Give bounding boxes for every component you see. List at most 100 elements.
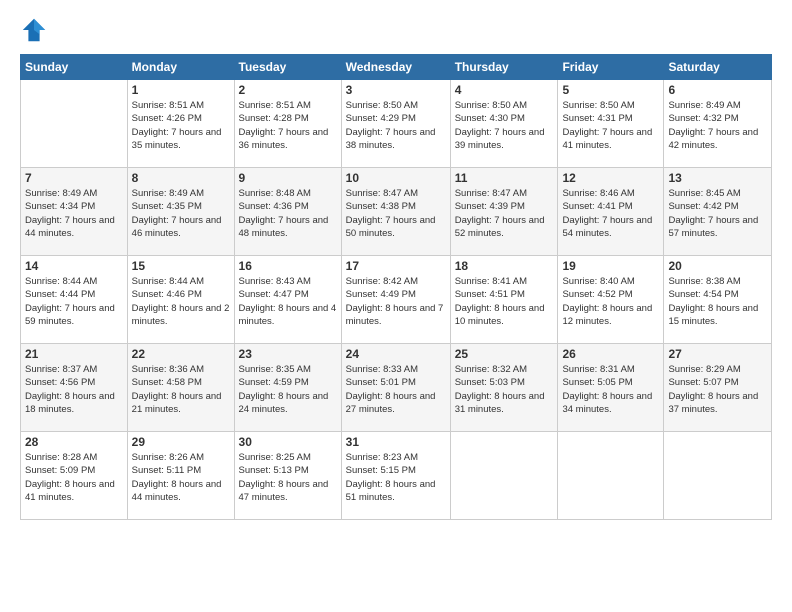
calendar-cell: 8 Sunrise: 8:49 AMSunset: 4:35 PMDaylight… xyxy=(127,168,234,256)
day-info: Sunrise: 8:45 AMSunset: 4:42 PMDaylight:… xyxy=(668,187,767,240)
calendar-cell: 28Sunrise: 8:28 AMSunset: 5:09 PMDayligh… xyxy=(21,432,128,520)
day-info: Sunrise: 8:40 AMSunset: 4:52 PMDaylight:… xyxy=(562,275,659,328)
day-info: Sunrise: 8:44 AMSunset: 4:46 PMDaylight:… xyxy=(132,275,230,328)
day-number: 31 xyxy=(346,435,446,449)
day-header-tuesday: Tuesday xyxy=(234,55,341,80)
calendar-cell: 6 Sunrise: 8:49 AMSunset: 4:32 PMDaylight… xyxy=(664,80,772,168)
day-info: Sunrise: 8:47 AMSunset: 4:39 PMDaylight:… xyxy=(455,187,554,240)
calendar-cell: 27 Sunrise: 8:29 AMSunset: 5:07 PMDayligh… xyxy=(664,344,772,432)
calendar-cell: 16 Sunrise: 8:43 AMSunset: 4:47 PMDayligh… xyxy=(234,256,341,344)
day-info: Sunrise: 8:51 AMSunset: 4:26 PMDaylight:… xyxy=(132,99,230,152)
day-info: Sunrise: 8:47 AMSunset: 4:38 PMDaylight:… xyxy=(346,187,446,240)
day-info: Sunrise: 8:41 AMSunset: 4:51 PMDaylight:… xyxy=(455,275,554,328)
day-number: 17 xyxy=(346,259,446,273)
day-number: 14 xyxy=(25,259,123,273)
day-info: Sunrise: 8:28 AMSunset: 5:09 PMDaylight:… xyxy=(25,451,123,504)
calendar-cell: 25 Sunrise: 8:32 AMSunset: 5:03 PMDayligh… xyxy=(450,344,558,432)
calendar-header-row: SundayMondayTuesdayWednesdayThursdayFrid… xyxy=(21,55,772,80)
day-info: Sunrise: 8:51 AMSunset: 4:28 PMDaylight:… xyxy=(239,99,337,152)
calendar-cell: 19Sunrise: 8:40 AMSunset: 4:52 PMDayligh… xyxy=(558,256,664,344)
day-info: Sunrise: 8:36 AMSunset: 4:58 PMDaylight:… xyxy=(132,363,230,416)
day-number: 13 xyxy=(668,171,767,185)
day-header-sunday: Sunday xyxy=(21,55,128,80)
day-info: Sunrise: 8:26 AMSunset: 5:11 PMDaylight:… xyxy=(132,451,230,504)
calendar-cell xyxy=(664,432,772,520)
calendar-cell: 22 Sunrise: 8:36 AMSunset: 4:58 PMDayligh… xyxy=(127,344,234,432)
calendar-cell: 9 Sunrise: 8:48 AMSunset: 4:36 PMDaylight… xyxy=(234,168,341,256)
logo xyxy=(20,16,52,44)
calendar-cell: 13 Sunrise: 8:45 AMSunset: 4:42 PMDayligh… xyxy=(664,168,772,256)
calendar-cell: 14 Sunrise: 8:44 AMSunset: 4:44 PMDayligh… xyxy=(21,256,128,344)
day-info: Sunrise: 8:32 AMSunset: 5:03 PMDaylight:… xyxy=(455,363,554,416)
calendar-cell: 18Sunrise: 8:41 AMSunset: 4:51 PMDayligh… xyxy=(450,256,558,344)
calendar-cell: 20 Sunrise: 8:38 AMSunset: 4:54 PMDayligh… xyxy=(664,256,772,344)
calendar-cell: 24 Sunrise: 8:33 AMSunset: 5:01 PMDayligh… xyxy=(341,344,450,432)
day-header-wednesday: Wednesday xyxy=(341,55,450,80)
calendar-cell: 30 Sunrise: 8:25 AMSunset: 5:13 PMDayligh… xyxy=(234,432,341,520)
logo-icon xyxy=(20,16,48,44)
day-number: 24 xyxy=(346,347,446,361)
day-info: Sunrise: 8:44 AMSunset: 4:44 PMDaylight:… xyxy=(25,275,123,328)
calendar-cell: 10Sunrise: 8:47 AMSunset: 4:38 PMDayligh… xyxy=(341,168,450,256)
calendar-cell xyxy=(450,432,558,520)
day-number: 6 xyxy=(668,83,767,97)
day-number: 26 xyxy=(562,347,659,361)
day-header-saturday: Saturday xyxy=(664,55,772,80)
day-number: 5 xyxy=(562,83,659,97)
calendar-cell: 5 Sunrise: 8:50 AMSunset: 4:31 PMDaylight… xyxy=(558,80,664,168)
day-number: 9 xyxy=(239,171,337,185)
calendar-cell: 1 Sunrise: 8:51 AMSunset: 4:26 PMDaylight… xyxy=(127,80,234,168)
day-info: Sunrise: 8:35 AMSunset: 4:59 PMDaylight:… xyxy=(239,363,337,416)
day-number: 20 xyxy=(668,259,767,273)
day-number: 4 xyxy=(455,83,554,97)
calendar-cell: 12Sunrise: 8:46 AMSunset: 4:41 PMDayligh… xyxy=(558,168,664,256)
day-info: Sunrise: 8:46 AMSunset: 4:41 PMDaylight:… xyxy=(562,187,659,240)
calendar-week-row: 28Sunrise: 8:28 AMSunset: 5:09 PMDayligh… xyxy=(21,432,772,520)
day-info: Sunrise: 8:38 AMSunset: 4:54 PMDaylight:… xyxy=(668,275,767,328)
day-number: 22 xyxy=(132,347,230,361)
day-info: Sunrise: 8:29 AMSunset: 5:07 PMDaylight:… xyxy=(668,363,767,416)
day-info: Sunrise: 8:42 AMSunset: 4:49 PMDaylight:… xyxy=(346,275,446,328)
day-header-monday: Monday xyxy=(127,55,234,80)
day-info: Sunrise: 8:25 AMSunset: 5:13 PMDaylight:… xyxy=(239,451,337,504)
calendar-cell: 11Sunrise: 8:47 AMSunset: 4:39 PMDayligh… xyxy=(450,168,558,256)
calendar-cell: 3Sunrise: 8:50 AMSunset: 4:29 PMDaylight… xyxy=(341,80,450,168)
day-info: Sunrise: 8:23 AMSunset: 5:15 PMDaylight:… xyxy=(346,451,446,504)
day-number: 1 xyxy=(132,83,230,97)
calendar-week-row: 21Sunrise: 8:37 AMSunset: 4:56 PMDayligh… xyxy=(21,344,772,432)
day-number: 16 xyxy=(239,259,337,273)
day-info: Sunrise: 8:49 AMSunset: 4:34 PMDaylight:… xyxy=(25,187,123,240)
calendar-cell: 7 Sunrise: 8:49 AMSunset: 4:34 PMDaylight… xyxy=(21,168,128,256)
day-info: Sunrise: 8:31 AMSunset: 5:05 PMDaylight:… xyxy=(562,363,659,416)
calendar-cell: 4Sunrise: 8:50 AMSunset: 4:30 PMDaylight… xyxy=(450,80,558,168)
calendar-cell: 29 Sunrise: 8:26 AMSunset: 5:11 PMDayligh… xyxy=(127,432,234,520)
calendar-cell: 26 Sunrise: 8:31 AMSunset: 5:05 PMDayligh… xyxy=(558,344,664,432)
calendar-cell: 31 Sunrise: 8:23 AMSunset: 5:15 PMDayligh… xyxy=(341,432,450,520)
calendar-cell: 23 Sunrise: 8:35 AMSunset: 4:59 PMDayligh… xyxy=(234,344,341,432)
calendar-cell: 21Sunrise: 8:37 AMSunset: 4:56 PMDayligh… xyxy=(21,344,128,432)
calendar-cell xyxy=(558,432,664,520)
day-number: 8 xyxy=(132,171,230,185)
calendar-week-row: 7 Sunrise: 8:49 AMSunset: 4:34 PMDaylight… xyxy=(21,168,772,256)
day-number: 2 xyxy=(239,83,337,97)
day-info: Sunrise: 8:43 AMSunset: 4:47 PMDaylight:… xyxy=(239,275,337,328)
day-info: Sunrise: 8:49 AMSunset: 4:32 PMDaylight:… xyxy=(668,99,767,152)
calendar-cell: 15Sunrise: 8:44 AMSunset: 4:46 PMDayligh… xyxy=(127,256,234,344)
day-info: Sunrise: 8:48 AMSunset: 4:36 PMDaylight:… xyxy=(239,187,337,240)
day-number: 23 xyxy=(239,347,337,361)
day-number: 29 xyxy=(132,435,230,449)
calendar-cell xyxy=(21,80,128,168)
day-header-thursday: Thursday xyxy=(450,55,558,80)
day-number: 25 xyxy=(455,347,554,361)
day-info: Sunrise: 8:33 AMSunset: 5:01 PMDaylight:… xyxy=(346,363,446,416)
calendar-week-row: 14 Sunrise: 8:44 AMSunset: 4:44 PMDayligh… xyxy=(21,256,772,344)
day-number: 21 xyxy=(25,347,123,361)
header xyxy=(20,16,772,44)
day-number: 27 xyxy=(668,347,767,361)
day-number: 7 xyxy=(25,171,123,185)
day-info: Sunrise: 8:49 AMSunset: 4:35 PMDaylight:… xyxy=(132,187,230,240)
day-number: 30 xyxy=(239,435,337,449)
calendar-cell: 17 Sunrise: 8:42 AMSunset: 4:49 PMDayligh… xyxy=(341,256,450,344)
day-info: Sunrise: 8:50 AMSunset: 4:29 PMDaylight:… xyxy=(346,99,446,152)
day-info: Sunrise: 8:50 AMSunset: 4:31 PMDaylight:… xyxy=(562,99,659,152)
